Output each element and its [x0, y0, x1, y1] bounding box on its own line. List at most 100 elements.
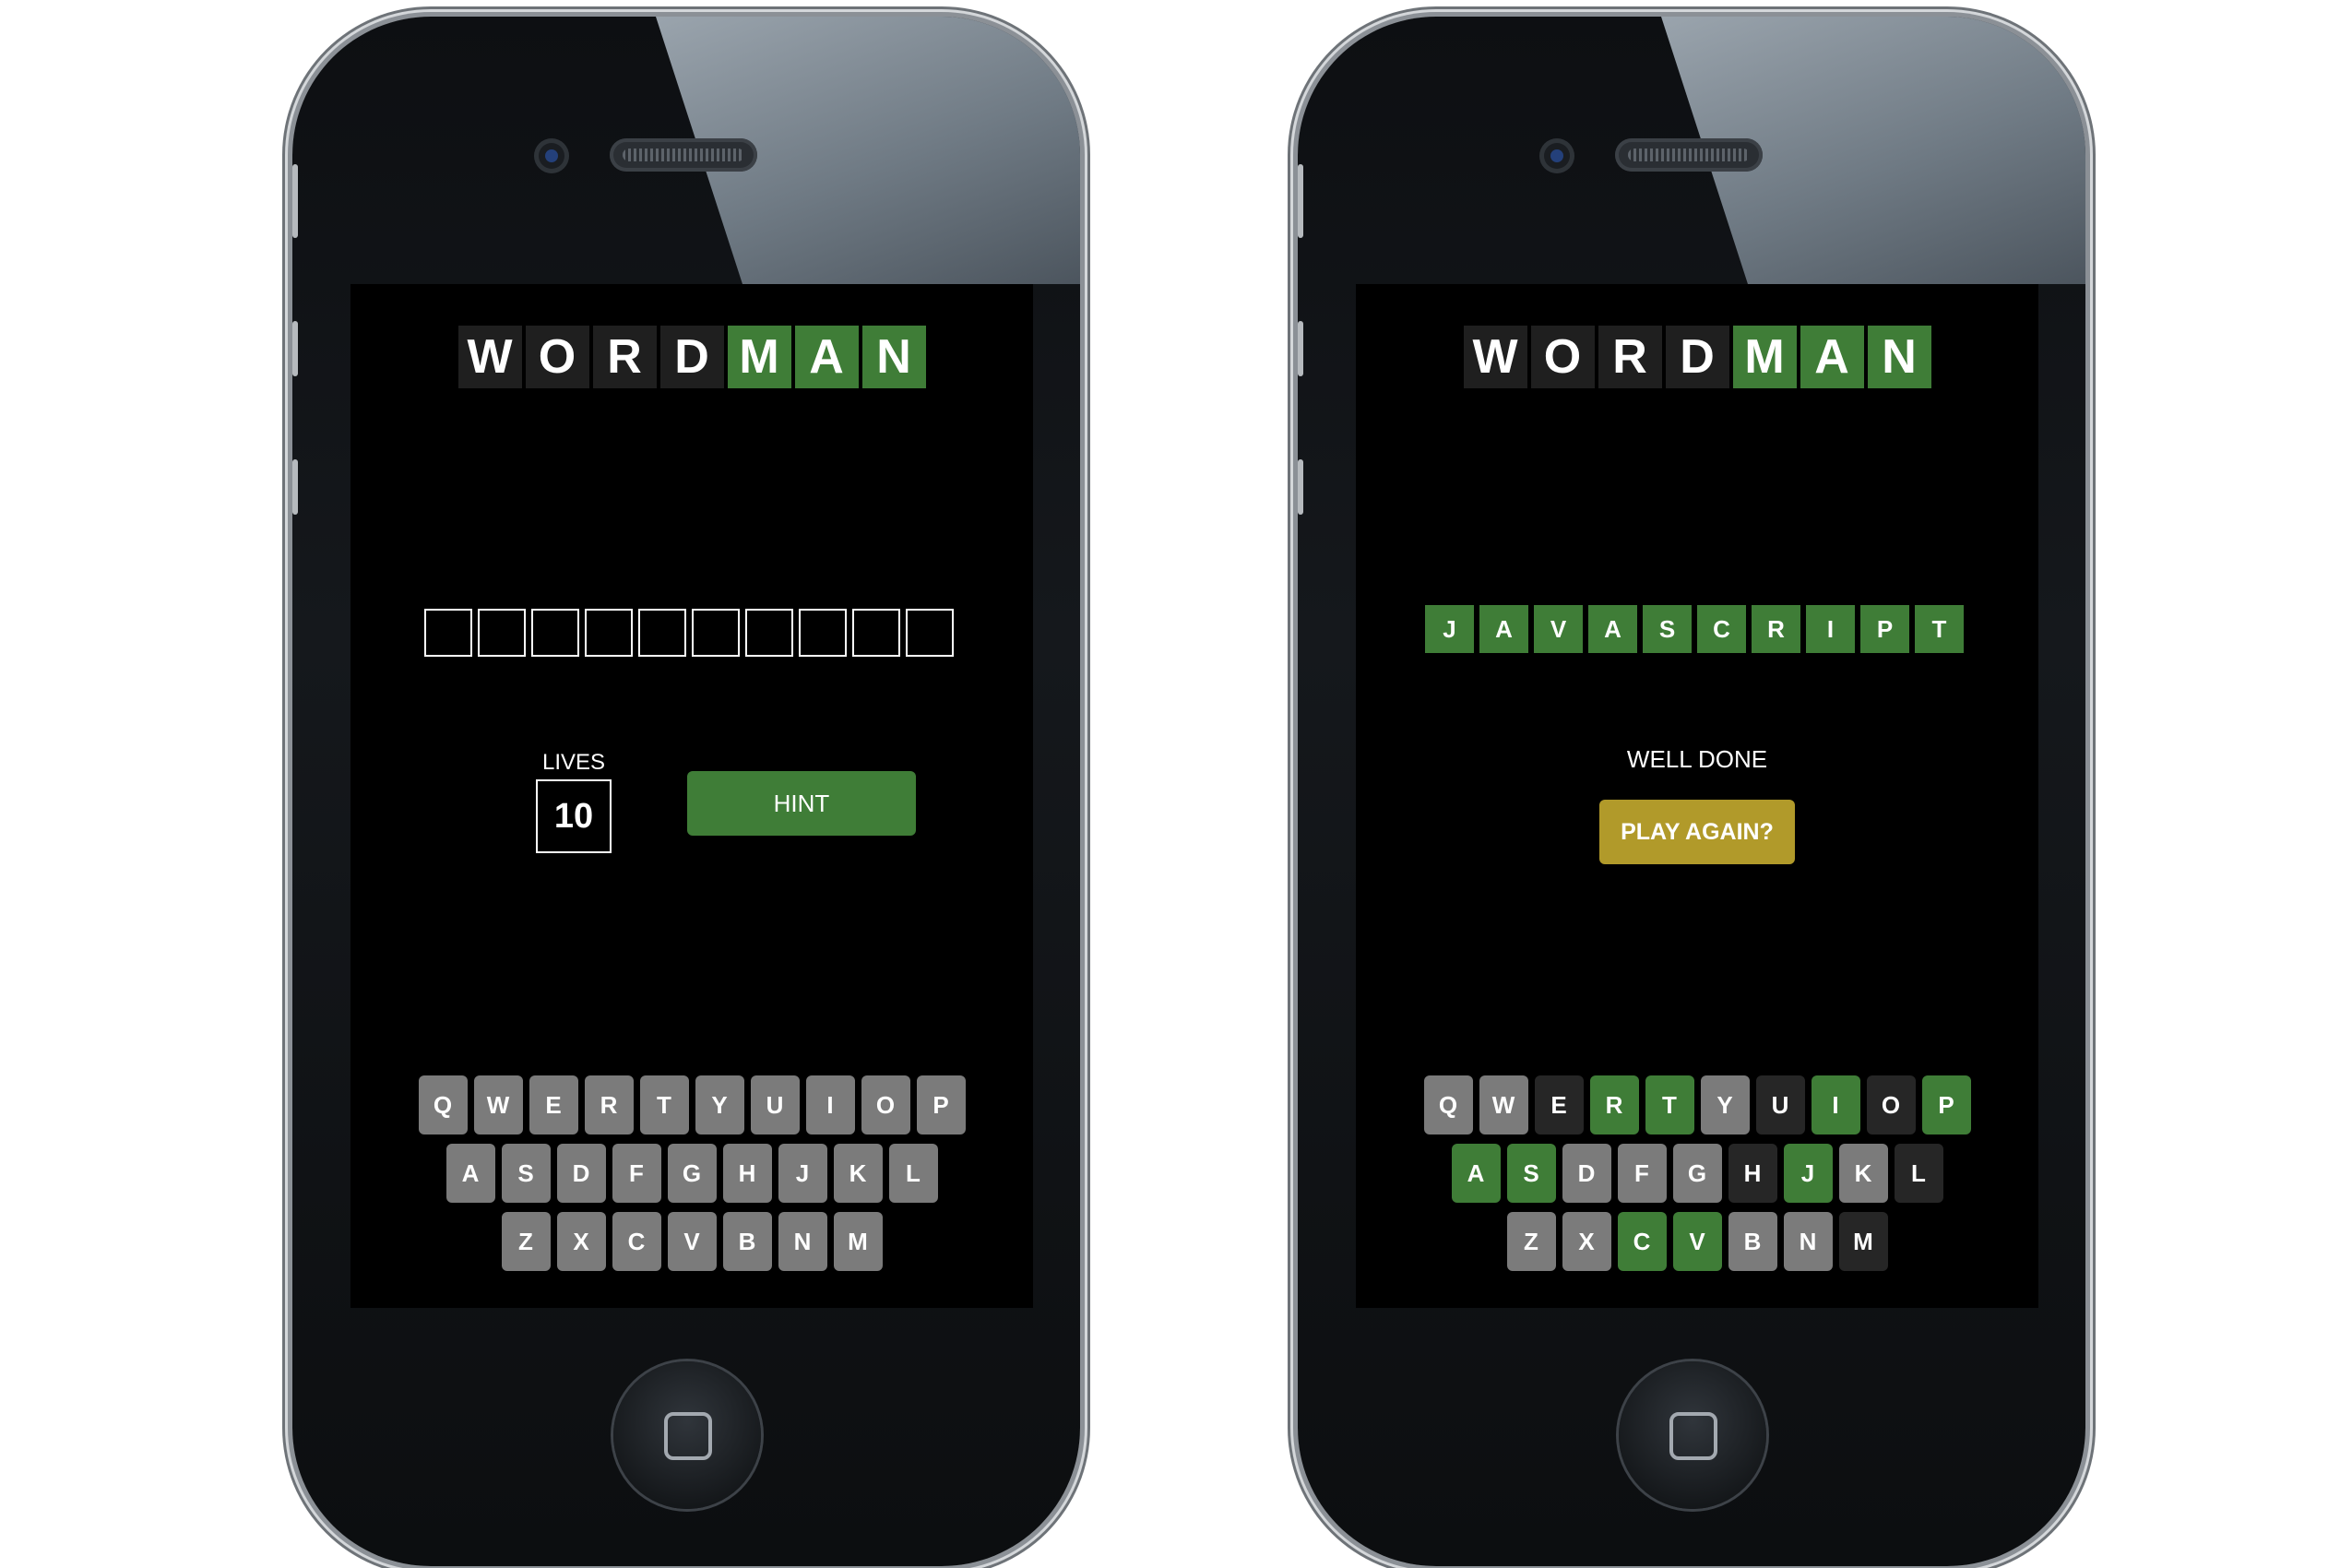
lives-label: LIVES	[541, 750, 606, 775]
side-button	[292, 164, 298, 238]
key-a[interactable]: A	[1451, 1144, 1501, 1203]
key-g[interactable]: G	[667, 1144, 717, 1203]
key-x[interactable]: X	[556, 1212, 606, 1271]
side-button	[292, 321, 298, 376]
key-b[interactable]: B	[722, 1212, 772, 1271]
key-e[interactable]: E	[1534, 1075, 1584, 1134]
keyboard-row-1: QWERTYUIOP	[350, 1075, 1033, 1134]
revealed-letter: C	[1697, 605, 1746, 653]
side-button	[1298, 459, 1303, 515]
revealed-letter: S	[1643, 605, 1692, 653]
letter-slot	[906, 609, 954, 657]
keyboard-row-3: ZXCVBNM	[1356, 1212, 2038, 1271]
title-tile: A	[794, 326, 859, 388]
key-o[interactable]: O	[1866, 1075, 1916, 1134]
key-q[interactable]: Q	[1423, 1075, 1473, 1134]
hint-button[interactable]: HINT	[687, 771, 916, 836]
home-square-icon	[1669, 1412, 1717, 1460]
revealed-letter: A	[1479, 605, 1528, 653]
revealed-letter: P	[1860, 605, 1909, 653]
revealed-letter: R	[1752, 605, 1800, 653]
phone-right: W O R D M A N JAVASCRIPT WELL DONE PLAY …	[1298, 17, 2085, 1566]
key-w[interactable]: W	[1479, 1075, 1528, 1134]
revealed-letter: A	[1588, 605, 1637, 653]
home-button[interactable]	[1619, 1361, 1766, 1509]
key-r[interactable]: R	[1589, 1075, 1639, 1134]
key-t[interactable]: T	[1645, 1075, 1694, 1134]
keyboard-row-2: ASDFGHJKL	[350, 1144, 1033, 1203]
key-c[interactable]: C	[612, 1212, 661, 1271]
revealed-word: JAVASCRIPT	[1356, 605, 2038, 653]
key-w[interactable]: W	[473, 1075, 523, 1134]
key-i[interactable]: I	[1811, 1075, 1860, 1134]
key-c[interactable]: C	[1617, 1212, 1667, 1271]
key-j[interactable]: J	[1783, 1144, 1833, 1203]
key-v[interactable]: V	[1672, 1212, 1722, 1271]
key-u[interactable]: U	[750, 1075, 800, 1134]
key-u[interactable]: U	[1755, 1075, 1805, 1134]
title-tile: R	[592, 326, 657, 388]
key-f[interactable]: F	[612, 1144, 661, 1203]
key-l[interactable]: L	[888, 1144, 938, 1203]
key-r[interactable]: R	[584, 1075, 634, 1134]
title-tile: D	[659, 326, 724, 388]
key-b[interactable]: B	[1728, 1212, 1777, 1271]
phone-left: W O R D M A N LIVES 10 HINT QWERTYUIOP A…	[292, 17, 1080, 1566]
key-h[interactable]: H	[1728, 1144, 1777, 1203]
keyboard-row-2: ASDFGHJKL	[1356, 1144, 2038, 1203]
key-p[interactable]: P	[1921, 1075, 1971, 1134]
key-z[interactable]: Z	[1506, 1212, 1556, 1271]
letter-slot	[531, 609, 579, 657]
key-m[interactable]: M	[833, 1212, 883, 1271]
wordman-title: W O R D M A N	[1356, 326, 2038, 388]
key-e[interactable]: E	[529, 1075, 578, 1134]
speaker-grille	[1615, 138, 1763, 172]
key-t[interactable]: T	[639, 1075, 689, 1134]
key-p[interactable]: P	[916, 1075, 966, 1134]
key-h[interactable]: H	[722, 1144, 772, 1203]
key-y[interactable]: Y	[1700, 1075, 1750, 1134]
key-j[interactable]: J	[778, 1144, 827, 1203]
key-y[interactable]: Y	[695, 1075, 744, 1134]
letter-slot	[799, 609, 847, 657]
key-s[interactable]: S	[501, 1144, 551, 1203]
key-o[interactable]: O	[861, 1075, 910, 1134]
key-i[interactable]: I	[805, 1075, 855, 1134]
win-message: WELL DONE	[1626, 745, 1768, 773]
key-k[interactable]: K	[833, 1144, 883, 1203]
side-button	[1298, 321, 1303, 376]
play-again-button[interactable]: PLAY AGAIN?	[1599, 800, 1795, 864]
home-button[interactable]	[613, 1361, 761, 1509]
key-m[interactable]: M	[1838, 1212, 1888, 1271]
key-d[interactable]: D	[556, 1144, 606, 1203]
key-k[interactable]: K	[1838, 1144, 1888, 1203]
key-l[interactable]: L	[1894, 1144, 1943, 1203]
game-screen-won: W O R D M A N JAVASCRIPT WELL DONE PLAY …	[1356, 284, 2038, 1308]
key-x[interactable]: X	[1562, 1212, 1611, 1271]
key-d[interactable]: D	[1562, 1144, 1611, 1203]
key-v[interactable]: V	[667, 1212, 717, 1271]
key-g[interactable]: G	[1672, 1144, 1722, 1203]
title-tile: W	[1463, 326, 1527, 388]
speaker-grille	[610, 138, 757, 172]
key-f[interactable]: F	[1617, 1144, 1667, 1203]
key-s[interactable]: S	[1506, 1144, 1556, 1203]
key-z[interactable]: Z	[501, 1212, 551, 1271]
keyboard-row-3: ZXCVBNM	[350, 1212, 1033, 1271]
key-q[interactable]: Q	[418, 1075, 468, 1134]
keyboard-row-1: QWERTYUIOP	[1356, 1075, 2038, 1134]
revealed-letter: V	[1534, 605, 1583, 653]
side-button	[292, 459, 298, 515]
key-n[interactable]: N	[1783, 1212, 1833, 1271]
camera-icon	[1539, 138, 1574, 173]
key-n[interactable]: N	[778, 1212, 827, 1271]
title-tile: M	[1732, 326, 1797, 388]
revealed-letter: J	[1425, 605, 1474, 653]
key-a[interactable]: A	[445, 1144, 495, 1203]
title-tile: A	[1800, 326, 1864, 388]
title-tile: R	[1598, 326, 1662, 388]
lives-counter: 10	[536, 779, 612, 853]
title-tile: O	[525, 326, 589, 388]
letter-slot	[852, 609, 900, 657]
letter-slot	[745, 609, 793, 657]
